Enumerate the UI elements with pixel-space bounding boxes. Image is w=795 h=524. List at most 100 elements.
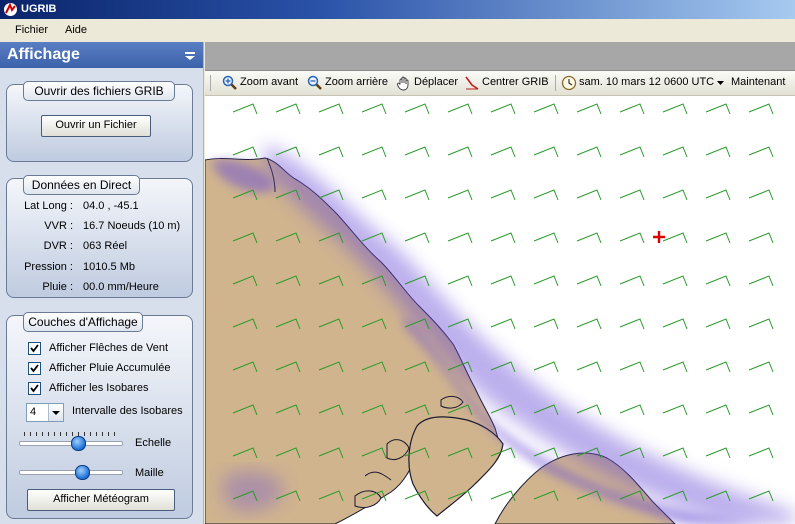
maille-slider-thumb[interactable] [75, 465, 91, 480]
wind-arrow [490, 318, 516, 330]
pressure-label: Pression : [24, 261, 73, 273]
wind-arrow [533, 103, 559, 115]
menu-fichier[interactable]: Fichier [15, 24, 48, 36]
zoom-out-icon [307, 75, 322, 90]
echelle-label: Echelle [135, 437, 172, 449]
echelle-slider-thumb[interactable] [70, 436, 86, 451]
wind-arrow [576, 103, 602, 115]
wind-arrow [705, 103, 731, 115]
map-toolbar: Zoom avant Zoom arrière Déplacer Centrer… [205, 71, 795, 96]
wind-arrow [662, 404, 688, 416]
wind-arrow [705, 318, 731, 330]
wind-arrow [619, 318, 645, 330]
wind-arrow [490, 189, 516, 201]
isobars-checkbox[interactable] [28, 382, 41, 395]
check-icon [30, 384, 39, 393]
wind-arrow [533, 189, 559, 201]
island [408, 416, 504, 517]
wind-arrow [662, 189, 688, 201]
title-bar: UGRIB [0, 0, 795, 19]
wind-arrow [447, 189, 473, 201]
dvr-label: DVR : [43, 240, 73, 252]
chevron-down-icon[interactable] [717, 81, 724, 86]
wind-arrow [533, 361, 559, 373]
display-layers-group-title: Couches d'Affichage [23, 312, 143, 332]
wind-arrow [533, 275, 559, 287]
wind-arrow [619, 189, 645, 201]
wind-arrow [748, 146, 774, 158]
wind-arrow [361, 189, 387, 201]
wind-arrow [576, 275, 602, 287]
rain-accum-label[interactable]: Afficher Pluie Accumulée [49, 362, 170, 374]
pan-label: Déplacer [414, 76, 459, 88]
open-file-button[interactable]: Ouvrir un Fichier [41, 115, 151, 137]
wind-arrow [533, 318, 559, 330]
isobars-label[interactable]: Afficher les Isobares [49, 382, 148, 394]
isobar-interval-label: Intervalle des Isobares [72, 405, 183, 417]
map-canvas[interactable] [205, 96, 795, 524]
wind-arrow [576, 232, 602, 244]
dropdown-button[interactable] [48, 404, 63, 421]
wind-arrow [748, 103, 774, 115]
wind-arrow [705, 146, 731, 158]
wind-arrow [748, 361, 774, 373]
wind-arrow [619, 146, 645, 158]
isobar-interval-select[interactable]: 4 [26, 403, 64, 422]
wind-arrow [533, 232, 559, 244]
pressure-value: 1010.5 Mb [83, 261, 135, 273]
menu-aide[interactable]: Aide [65, 24, 87, 36]
check-icon [30, 344, 39, 353]
wind-arrow [662, 232, 688, 244]
wind-arrow [576, 404, 602, 416]
wind-arrow [576, 318, 602, 330]
wind-arrow [576, 189, 602, 201]
latlong-label: Lat Long : [24, 200, 73, 212]
wind-arrow [447, 146, 473, 158]
weather-map[interactable] [205, 96, 795, 524]
now-button[interactable]: Maintenant [731, 76, 785, 88]
wind-arrow [662, 361, 688, 373]
wind-arrow [748, 189, 774, 201]
open-grib-group-title: Ouvrir des fichiers GRIB [23, 81, 175, 101]
zoom-in-icon [222, 75, 237, 90]
wind-arrow [275, 103, 301, 115]
wind-arrow [490, 275, 516, 287]
wind-arrow [232, 146, 258, 158]
clock-icon [561, 75, 577, 91]
wind-arrow [662, 318, 688, 330]
wind-arrow [404, 146, 430, 158]
hand-icon [397, 76, 409, 91]
maille-label: Maille [135, 467, 164, 479]
open-grib-group: Ouvrir des fichiers GRIB Ouvrir un Fichi… [6, 81, 193, 162]
wind-arrow [748, 232, 774, 244]
wind-arrow [705, 404, 731, 416]
wind-arrow [705, 189, 731, 201]
wind-arrow [404, 103, 430, 115]
wind-arrows-label[interactable]: Afficher Flêches de Vent [49, 342, 168, 354]
maille-slider-track[interactable] [19, 470, 123, 475]
collapse-arrow-icon[interactable] [185, 52, 195, 60]
wind-arrow [490, 103, 516, 115]
chevron-down-icon [52, 411, 60, 415]
wind-arrow [318, 103, 344, 115]
wind-arrows-checkbox[interactable] [28, 342, 41, 355]
app-title: UGRIB [21, 3, 57, 15]
wind-arrow [619, 103, 645, 115]
wind-arrow [748, 318, 774, 330]
zoom-out-label: Zoom arrière [325, 76, 388, 88]
latlong-value: 04.0 , -45.1 [83, 200, 139, 212]
wind-arrow [705, 361, 731, 373]
zoom-in-label: Zoom avant [240, 76, 299, 88]
live-data-group-title: Données en Direct [23, 175, 140, 195]
wind-arrow [447, 275, 473, 287]
wind-arrow [404, 232, 430, 244]
panel-header: Affichage [0, 42, 203, 68]
show-meteogram-button[interactable]: Afficher Météogram [27, 489, 175, 511]
menu-bar: Fichier Aide [0, 19, 795, 42]
rain-accum-checkbox[interactable] [28, 362, 41, 375]
wind-arrow [748, 404, 774, 416]
wind-arrow [748, 447, 774, 459]
check-icon [30, 364, 39, 373]
wind-arrow [490, 232, 516, 244]
wind-arrow [576, 361, 602, 373]
